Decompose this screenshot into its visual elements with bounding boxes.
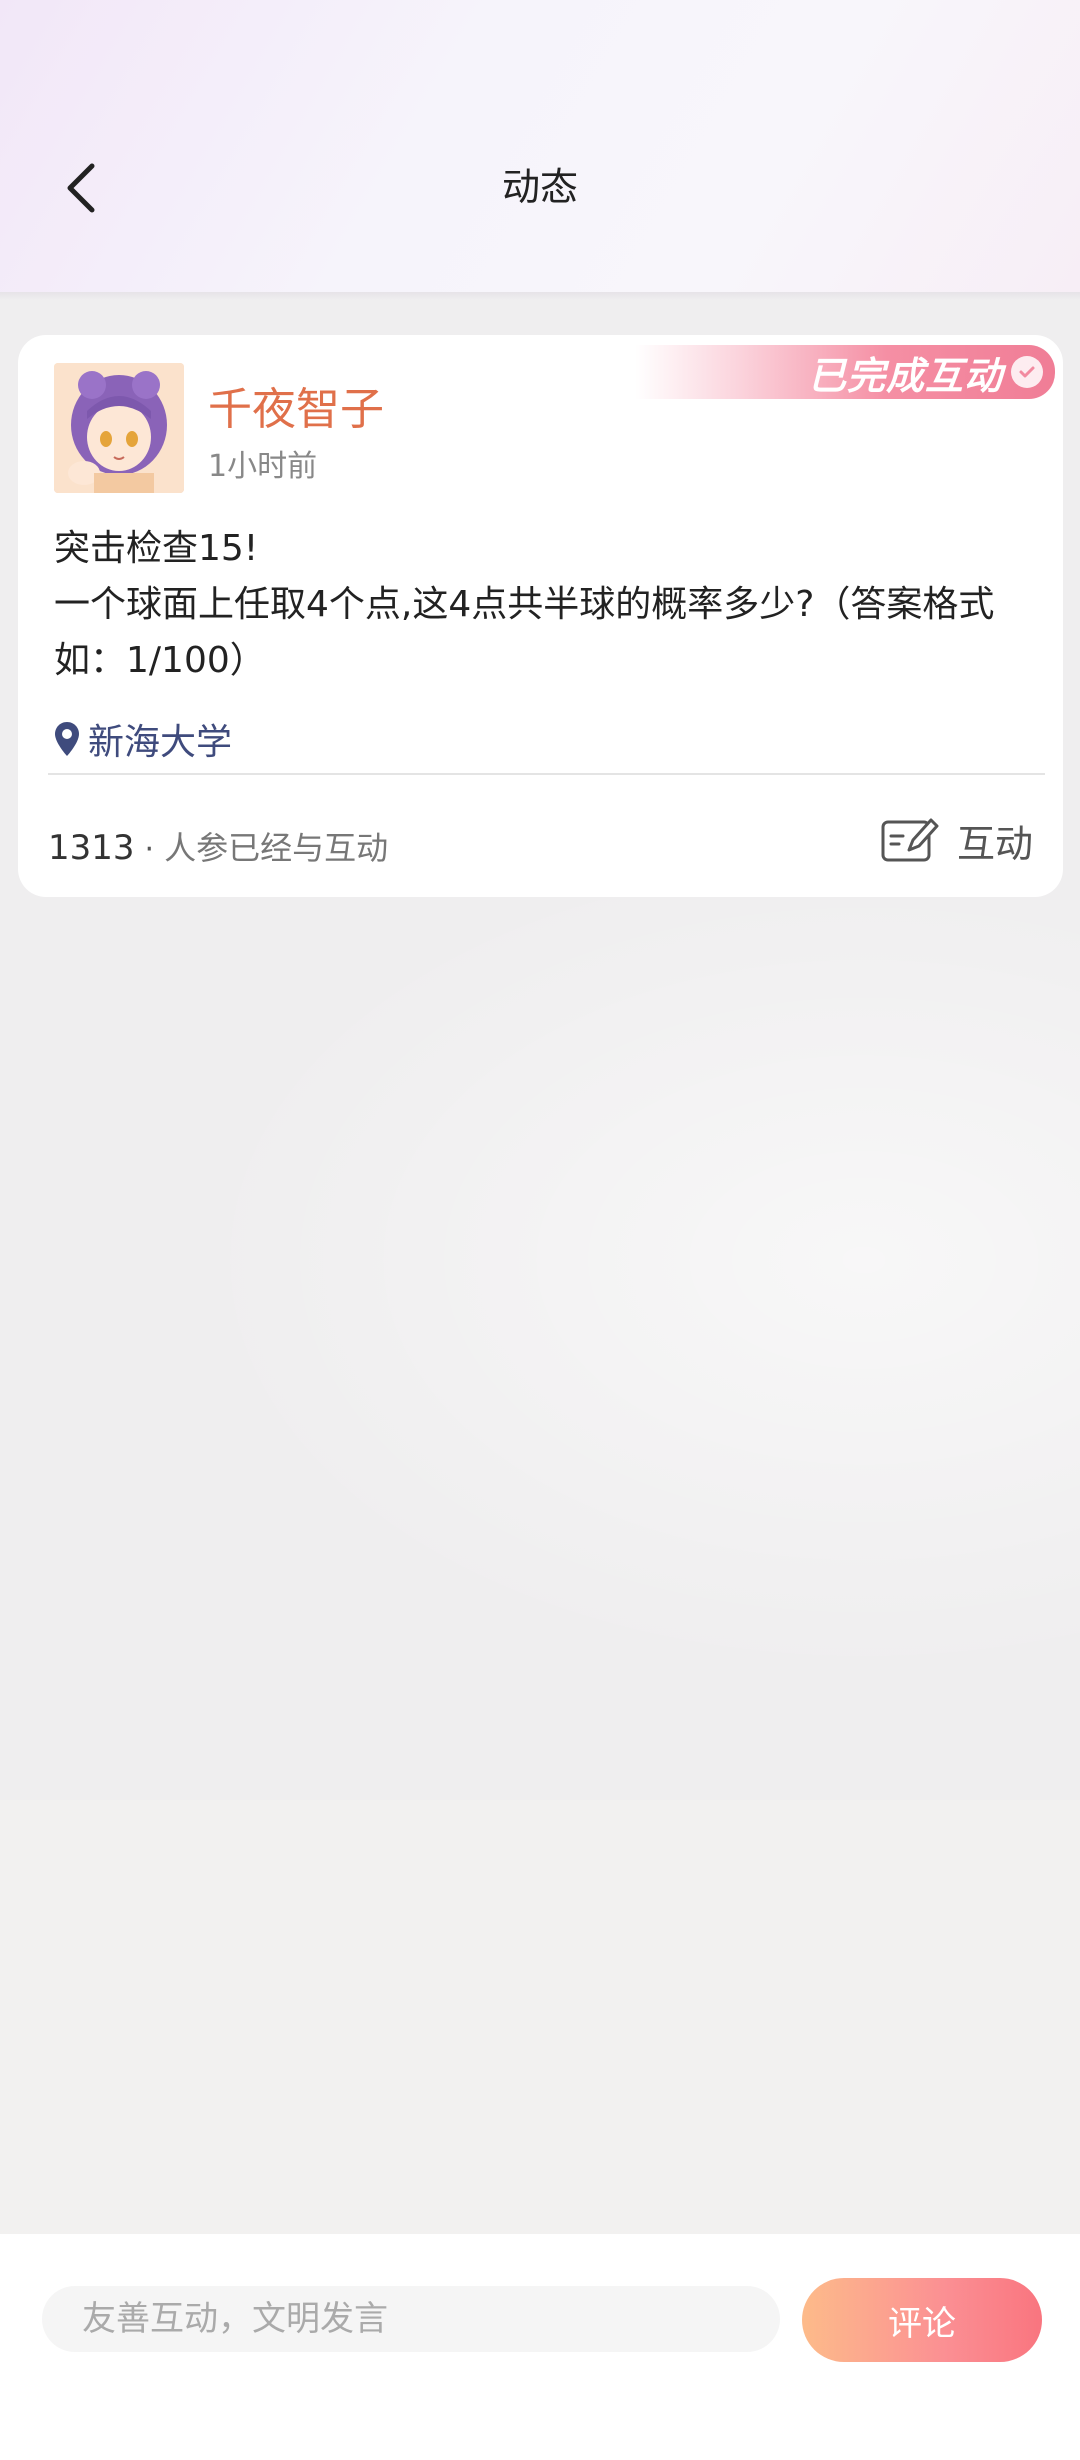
interact-button[interactable]: 互动 [881, 805, 1033, 875]
separator-dot: · [144, 832, 155, 867]
interact-label: 互动 [956, 821, 1033, 866]
avatar[interactable] [54, 363, 184, 493]
header-shadow [0, 292, 1080, 300]
post-card: 已完成互动 千夜智子 1小时前 突击检查15! 一个球面上任取4个点,这4点共半… [18, 335, 1063, 897]
comment-input[interactable] [42, 2286, 780, 2352]
participant-count: 1313 [48, 828, 135, 868]
location-tag[interactable]: 新海大学 [54, 713, 232, 765]
participants-info: 1313 · 人参已经与互动 [48, 823, 388, 869]
location-pin-icon [55, 722, 79, 756]
participant-label: 人参已经与互动 [164, 829, 389, 867]
badge-label: 已完成互动 [807, 352, 1003, 398]
username[interactable]: 千夜智子 [208, 373, 384, 437]
comment-submit-button[interactable]: 评论 [802, 2278, 1042, 2362]
comment-bar: 评论 [0, 2234, 1080, 2460]
edit-note-icon [881, 818, 939, 862]
page-title: 动态 [501, 165, 578, 209]
location-label: 新海大学 [88, 722, 233, 763]
check-circle-icon [1011, 356, 1043, 388]
background-lower [0, 1800, 1080, 2234]
navigation-bar: 动态 [0, 140, 1080, 230]
divider [48, 773, 1045, 775]
post-content: 突击检查15! 一个球面上任取4个点,这4点共半球的概率多少?（答案格式如：1/… [54, 528, 995, 681]
background-decoration [0, 900, 1080, 1800]
completed-badge: 已完成互动 [635, 345, 1055, 399]
post-timestamp: 1小时前 [208, 449, 318, 484]
